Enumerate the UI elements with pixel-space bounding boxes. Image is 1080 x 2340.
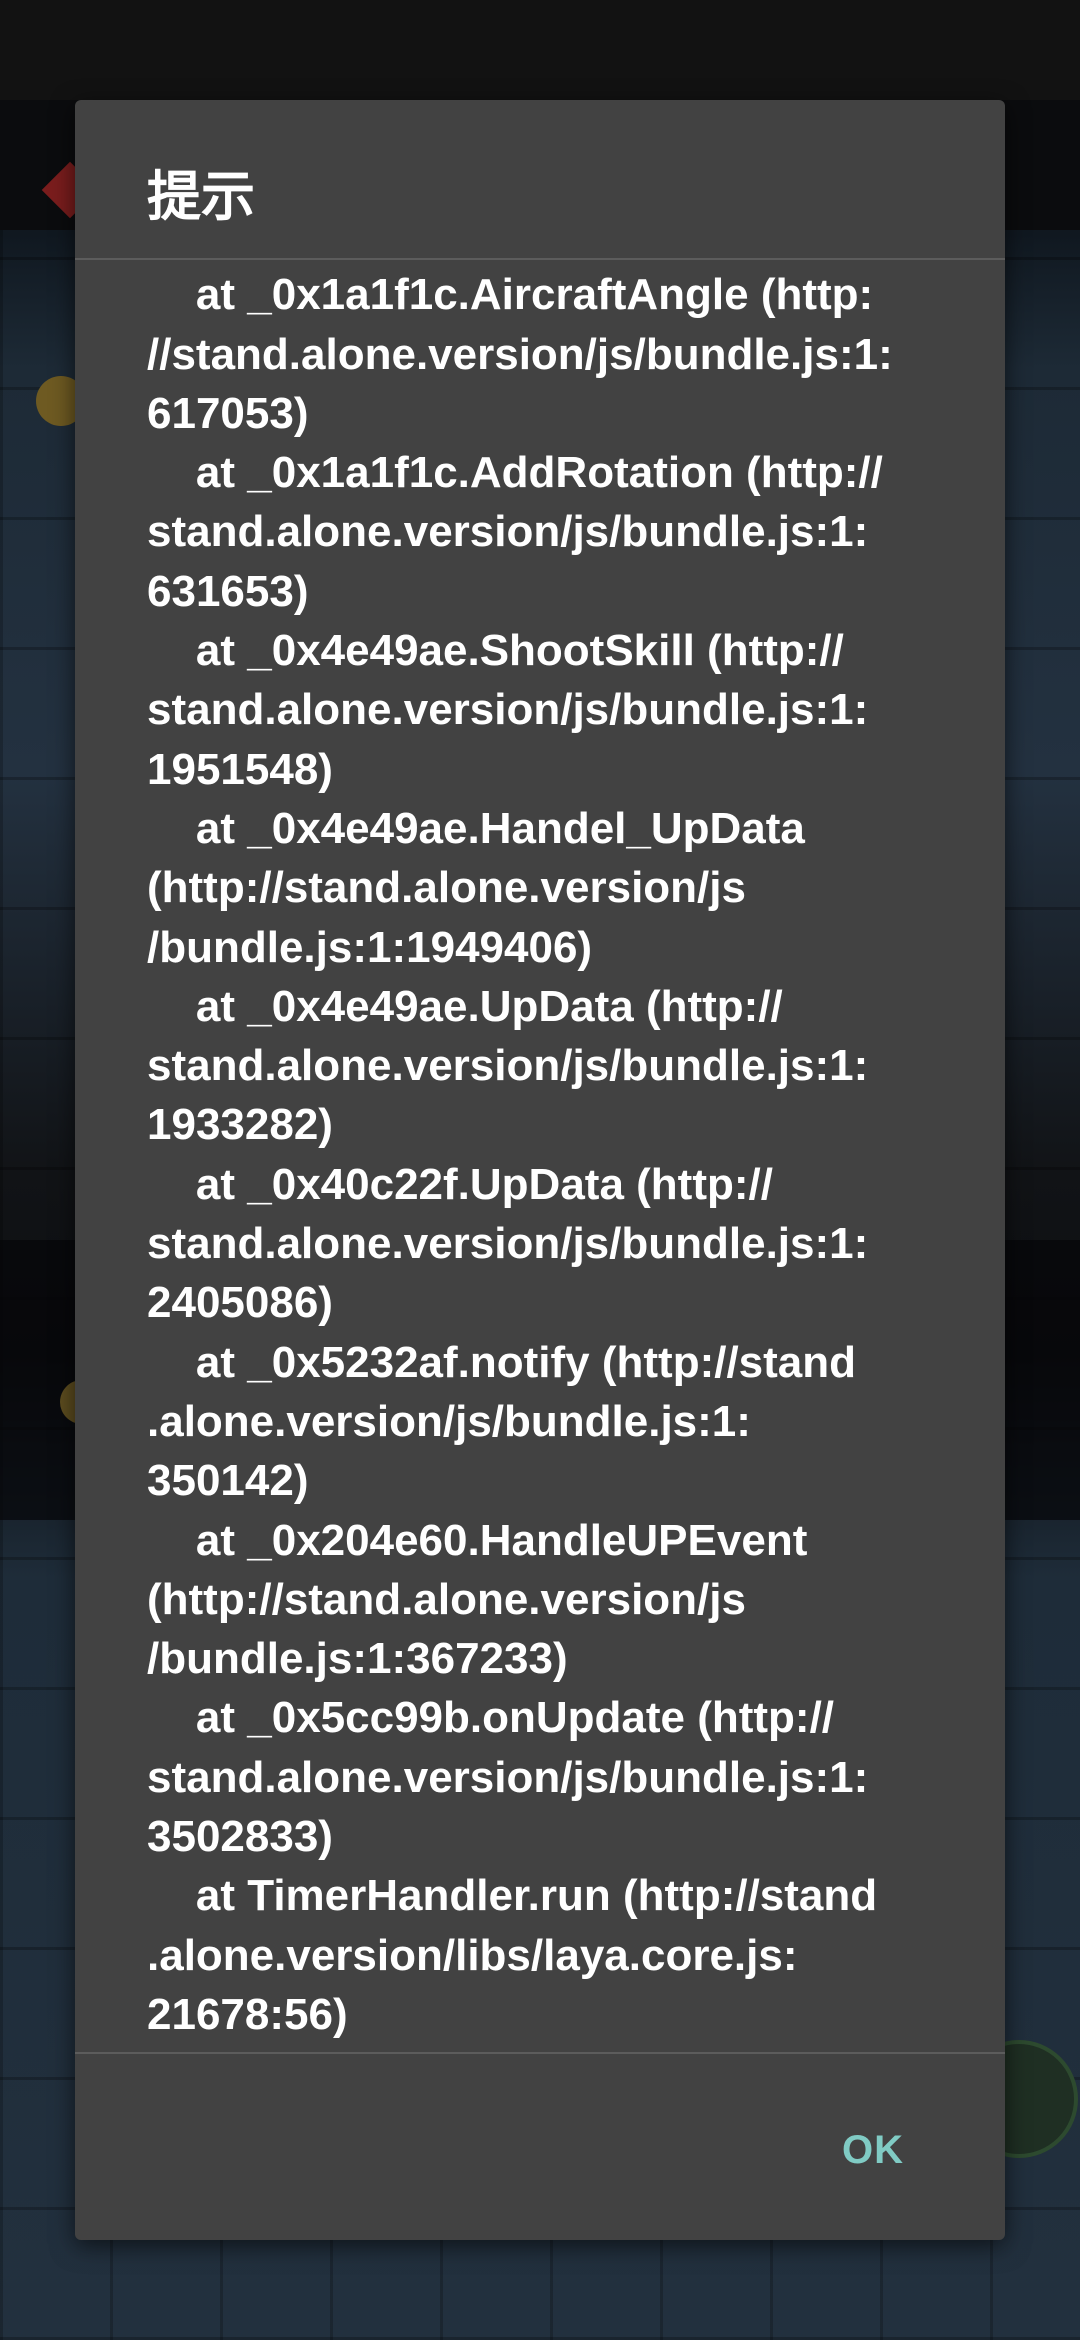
- dialog-divider-bottom: [75, 2052, 1005, 2054]
- status-bar: [0, 0, 1080, 100]
- dialog-title: 提示: [147, 165, 255, 228]
- ok-button[interactable]: OK: [813, 2110, 933, 2190]
- message-scroll-area[interactable]: localToGlobal' of null at _0x1a1f1c.Airc…: [147, 260, 947, 2052]
- error-message-text: localToGlobal' of null at _0x1a1f1c.Airc…: [147, 270, 893, 2039]
- alert-dialog: 提示 localToGlobal' of null at _0x1a1f1c.A…: [75, 100, 1005, 2240]
